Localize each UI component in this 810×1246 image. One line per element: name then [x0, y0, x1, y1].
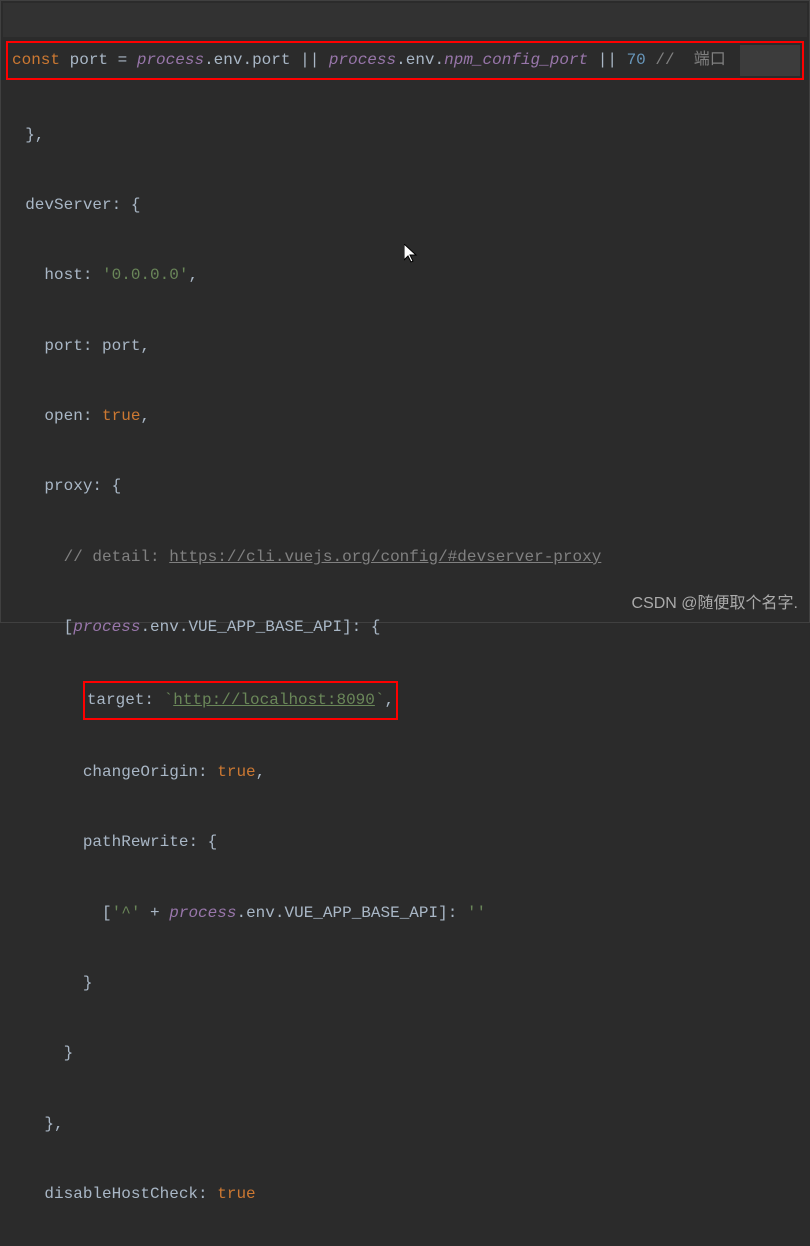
code-line: }: [6, 966, 804, 1001]
code-line: host: '0.0.0.0',: [6, 258, 804, 293]
code-line: },: [6, 1107, 804, 1142]
code-line: }: [6, 1036, 804, 1071]
watermark-text: CSDN @随便取个名字.: [632, 589, 798, 613]
code-line: proxy: {: [6, 469, 804, 504]
code-line: ['^' + process.env.VUE_APP_BASE_API]: '': [6, 896, 804, 931]
code-line: [process.env.VUE_APP_BASE_API]: {: [6, 610, 804, 645]
code-line: },: [6, 118, 804, 153]
code-editor[interactable]: const port = process.env.port || process…: [6, 6, 804, 1246]
code-line: changeOrigin: true,: [6, 755, 804, 790]
code-line: open: true,: [6, 399, 804, 434]
highlighted-target-line: target: `http://localhost:8090`,: [83, 681, 398, 720]
highlighted-port-line: const port = process.env.port || process…: [6, 41, 804, 80]
proxy-docs-link[interactable]: https://cli.vuejs.org/config/#devserver-…: [169, 548, 601, 566]
code-line: target: `http://localhost:8090`,: [6, 681, 804, 720]
code-line: // detail: https://cli.vuejs.org/config/…: [6, 540, 804, 575]
code-line: devServer: {: [6, 188, 804, 223]
code-line: disableHostCheck: true: [6, 1177, 804, 1212]
target-url-link[interactable]: http://localhost:8090: [173, 691, 375, 709]
code-line: pathRewrite: {: [6, 825, 804, 860]
keyword-const: const: [12, 51, 60, 69]
code-line: port: port,: [6, 329, 804, 364]
